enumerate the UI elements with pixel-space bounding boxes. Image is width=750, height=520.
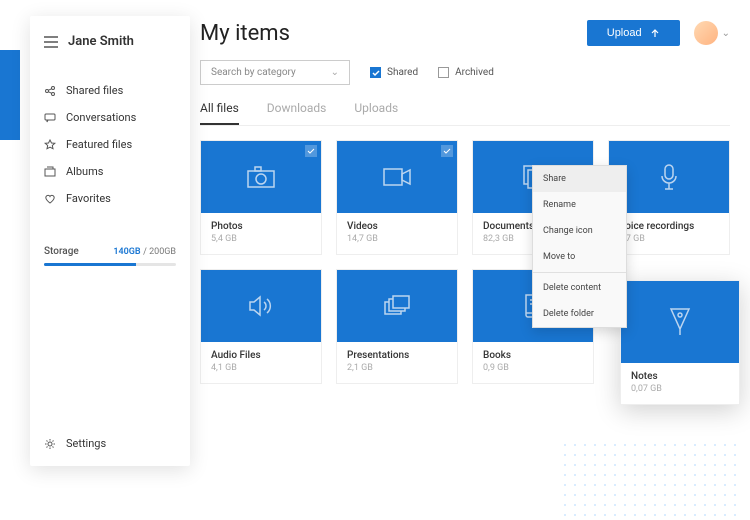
archived-checkbox-wrap[interactable]: Archived	[438, 67, 494, 78]
avatar	[694, 21, 718, 45]
storage-bar	[44, 263, 176, 266]
archived-checkbox[interactable]	[438, 67, 449, 78]
shared-checkbox-wrap[interactable]: Shared	[370, 67, 418, 78]
chevron-down-icon: ⌄	[722, 28, 730, 39]
sidebar-item-conversations[interactable]: Conversations	[44, 104, 176, 131]
card-notes[interactable]: Notes 0,07 GB	[620, 280, 740, 405]
card-select-icon[interactable]	[441, 145, 453, 157]
context-move-to[interactable]: Move to	[533, 244, 626, 270]
storage-used: 140GB	[113, 247, 140, 257]
card-title: Presentations	[347, 350, 447, 361]
shared-checkbox[interactable]	[370, 67, 381, 78]
sidebar-item-label: Favorites	[66, 192, 111, 205]
decorative-strip	[0, 50, 20, 140]
album-icon	[44, 166, 56, 178]
chevron-down-icon: ⌄	[331, 67, 339, 78]
context-rename[interactable]: Rename	[533, 192, 626, 218]
storage-fill	[44, 263, 136, 266]
speaker-icon	[247, 294, 275, 318]
sidebar-item-shared[interactable]: Shared files	[44, 77, 176, 104]
card-size: 4,1 GB	[211, 363, 311, 373]
card-size: 2,1 GB	[347, 363, 447, 373]
check-icon	[372, 69, 380, 77]
tab-bar: All files Downloads Uploads	[200, 101, 730, 126]
card-photos[interactable]: Photos 5,4 GB	[200, 140, 322, 255]
storage-section: Storage 140GB / 200GB	[44, 246, 176, 266]
nav-list: Shared files Conversations Featured file…	[44, 77, 176, 212]
card-select-icon[interactable]	[305, 145, 317, 157]
context-delete-content[interactable]: Delete content	[533, 275, 626, 301]
upload-icon	[650, 28, 660, 38]
tab-uploads[interactable]: Uploads	[354, 101, 398, 125]
menu-icon[interactable]	[44, 36, 58, 48]
video-icon	[382, 167, 412, 187]
pen-icon	[667, 307, 693, 337]
card-videos[interactable]: Videos 14,7 GB	[336, 140, 458, 255]
username: Jane Smith	[68, 34, 134, 49]
sidebar-item-albums[interactable]: Albums	[44, 158, 176, 185]
category-select[interactable]: Search by category ⌄	[200, 60, 350, 85]
main-content: My items Upload ⌄ Search by category ⌄ S…	[200, 20, 730, 500]
context-share[interactable]: Share	[533, 166, 626, 192]
card-title: Voice recordings	[619, 221, 719, 232]
user-menu[interactable]: ⌄	[694, 21, 730, 45]
storage-label: Storage	[44, 246, 79, 257]
page-title: My items	[200, 21, 290, 46]
star-icon	[44, 139, 56, 151]
card-title: Notes	[631, 371, 729, 382]
tab-all-files[interactable]: All files	[200, 101, 239, 125]
context-change-icon[interactable]: Change icon	[533, 218, 626, 244]
upload-label: Upload	[607, 27, 642, 39]
sidebar-item-label: Featured files	[66, 138, 132, 151]
card-size: 14,7 GB	[347, 234, 447, 244]
settings-label: Settings	[66, 437, 106, 450]
archived-label: Archived	[455, 67, 494, 78]
storage-total: / 200GB	[143, 247, 176, 257]
heart-icon	[44, 193, 56, 205]
tab-downloads[interactable]: Downloads	[267, 101, 327, 125]
card-size: 0,07 GB	[631, 384, 729, 394]
camera-icon	[246, 165, 276, 189]
sidebar-item-featured[interactable]: Featured files	[44, 131, 176, 158]
context-menu: Share Rename Change icon Move to Delete …	[532, 165, 627, 328]
card-size: 6,7 GB	[619, 234, 719, 244]
category-select-placeholder: Search by category	[211, 67, 296, 78]
upload-button[interactable]: Upload	[587, 20, 680, 46]
sidebar-item-favorites[interactable]: Favorites	[44, 185, 176, 212]
card-title: Photos	[211, 221, 311, 232]
card-size: 5,4 GB	[211, 234, 311, 244]
sidebar-item-label: Conversations	[66, 111, 136, 124]
sidebar-item-label: Albums	[66, 165, 103, 178]
context-delete-folder[interactable]: Delete folder	[533, 301, 626, 327]
share-icon	[44, 85, 56, 97]
card-audio[interactable]: Audio Files 4,1 GB	[200, 269, 322, 384]
card-title: Books	[483, 350, 583, 361]
shared-label: Shared	[387, 67, 418, 78]
slides-icon	[383, 294, 411, 318]
card-presentations[interactable]: Presentations 2,1 GB	[336, 269, 458, 384]
card-title: Audio Files	[211, 350, 311, 361]
card-title: Videos	[347, 221, 447, 232]
chat-icon	[44, 112, 56, 124]
divider	[533, 272, 626, 273]
sidebar: Jane Smith Shared files Conversations Fe…	[30, 16, 190, 466]
gear-icon	[44, 438, 56, 450]
sidebar-item-settings[interactable]: Settings	[44, 437, 106, 450]
microphone-icon	[659, 163, 679, 191]
card-size: 0,9 GB	[483, 363, 583, 373]
sidebar-item-label: Shared files	[66, 84, 123, 97]
